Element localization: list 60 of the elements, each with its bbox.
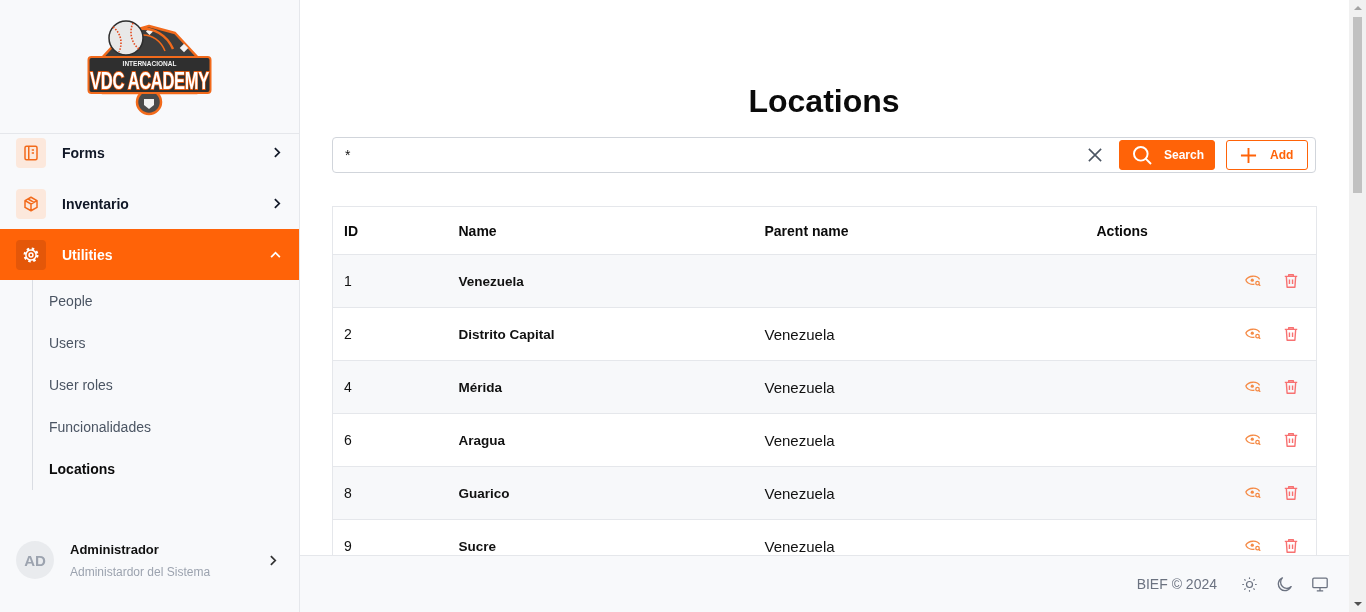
notebook-icon [22, 143, 40, 162]
trash-icon[interactable] [1284, 538, 1298, 553]
parent-name-cell: Venezuela [764, 484, 835, 502]
id-cell: 9 [344, 538, 352, 554]
page-title: Locations [747, 82, 901, 121]
name-cell: Venezuela [458, 273, 524, 289]
user-name: Administrador [70, 541, 160, 557]
id-cell: 4 [344, 379, 352, 395]
sidebar-menu-item[interactable]: Inventario [0, 178, 299, 229]
sidebar-menu-item[interactable]: Forms [0, 127, 299, 178]
scroll-down-arrow-icon[interactable] [1353, 602, 1362, 606]
close-icon[interactable] [1088, 148, 1102, 162]
trash-icon[interactable] [1284, 326, 1298, 341]
trash-icon[interactable] [1284, 432, 1298, 447]
parent-name-cell: Venezuela [764, 431, 835, 449]
eye-icon[interactable] [1245, 328, 1261, 339]
trash-icon[interactable] [1284, 273, 1298, 288]
box-icon [22, 194, 40, 213]
sun-icon[interactable] [1242, 576, 1257, 592]
copyright-text: BIEF © 2024 [1136, 576, 1217, 592]
submenu-item[interactable]: Locations [33, 448, 116, 490]
submenu-item[interactable]: User roles [33, 364, 113, 406]
column-header: ID [344, 222, 358, 239]
plus-icon [1240, 146, 1257, 164]
scroll-up-arrow-icon[interactable] [1353, 6, 1362, 10]
submenu-item[interactable]: Users [33, 322, 86, 364]
parent-name-cell: Venezuela [764, 325, 835, 343]
parent-name-cell: Venezuela [764, 537, 835, 555]
submenu-item[interactable]: People [33, 280, 93, 322]
name-cell: Sucre [458, 538, 497, 554]
column-header: Parent name [764, 222, 849, 239]
trash-icon[interactable] [1284, 379, 1298, 394]
name-cell: Mérida [458, 379, 502, 395]
logo-title: VDC ACADEMY [90, 66, 209, 94]
id-cell: 8 [344, 485, 352, 501]
avatar: AD [16, 541, 54, 579]
user-role: Administardor del Sistema [70, 564, 212, 579]
id-cell: 6 [344, 432, 352, 448]
id-cell: 2 [344, 326, 352, 342]
trash-icon[interactable] [1284, 485, 1298, 500]
submenu-item[interactable]: Funcionalidades [33, 406, 151, 448]
eye-icon[interactable] [1245, 434, 1261, 445]
monitor-icon[interactable] [1312, 576, 1328, 592]
column-header: Name [458, 222, 497, 239]
eye-icon[interactable] [1245, 540, 1261, 551]
eye-icon[interactable] [1245, 381, 1261, 392]
moon-icon[interactable] [1277, 576, 1292, 592]
column-header: Actions [1096, 222, 1148, 239]
id-cell: 1 [344, 273, 352, 289]
eye-icon[interactable] [1245, 275, 1261, 286]
eye-icon[interactable] [1245, 487, 1261, 498]
chevron-right-icon[interactable] [270, 554, 277, 566]
gear-icon [22, 245, 40, 264]
scrollbar-thumb[interactable] [1353, 17, 1362, 193]
search-field[interactable]: * Search Add [332, 137, 1316, 173]
name-cell: Distrito Capital [458, 326, 555, 342]
name-cell: Guarico [458, 485, 510, 501]
parent-name-cell: Venezuela [764, 378, 835, 396]
search-icon [1133, 145, 1152, 165]
name-cell: Aragua [458, 432, 505, 448]
